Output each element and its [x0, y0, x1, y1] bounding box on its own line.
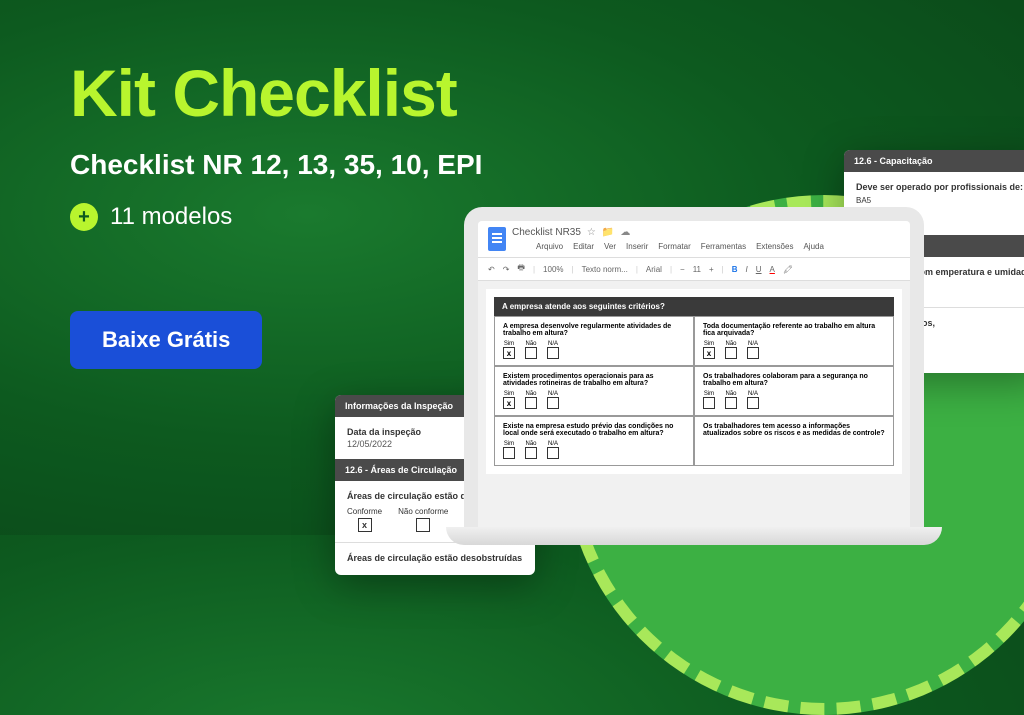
laptop-mockup: Checklist NR35 ☆ 📁 ☁ Arquivo Editar Ver …: [464, 207, 924, 545]
gdoc-body: A empresa atende aos seguintes critérios…: [478, 281, 910, 527]
laptop-base: [446, 527, 942, 545]
fontsize-value: 11: [693, 265, 701, 274]
laptop-screen: Checklist NR35 ☆ 📁 ☁ Arquivo Editar Ver …: [464, 207, 924, 527]
checkbox: [547, 397, 559, 409]
undo-icon: ↶: [488, 265, 495, 274]
checkbox: [703, 397, 715, 409]
gdoc-banner: A empresa atende aos seguintes critérios…: [494, 297, 894, 316]
opt-label: Conforme: [347, 507, 382, 516]
checkbox: x: [503, 347, 515, 359]
question-cell: Existem procedimentos operacionais para …: [494, 366, 694, 416]
question-text: Deve ser operado por profissionais de:: [856, 182, 1024, 192]
gdoc-menu: Arquivo Editar Ver Inserir Formatar Ferr…: [536, 242, 824, 251]
highlight-icon: 🖍: [783, 265, 793, 274]
bold-icon: B: [732, 265, 738, 274]
menu-item: Ajuda: [803, 242, 823, 251]
page-title: Kit Checklist: [70, 55, 482, 131]
question-cell: A empresa desenvolve regularmente ativid…: [494, 316, 694, 366]
download-button[interactable]: Baixe Grátis: [70, 311, 262, 369]
card-header: 12.6 - Capacitação: [844, 150, 1024, 172]
question-cell: Existe na empresa estudo prévio das cond…: [494, 416, 694, 466]
hero-content: Kit Checklist Checklist NR 12, 13, 35, 1…: [70, 55, 482, 369]
checkbox: [747, 397, 759, 409]
checkbox: [525, 447, 537, 459]
italic-icon: I: [746, 265, 748, 274]
checkbox: x: [503, 397, 515, 409]
question-cell: Os trabalhadores tem acesso a informaçõe…: [694, 416, 894, 466]
gdoc-toolbar: ↶ ↷ 🖶 | 100% | Texto norm... | Arial | −…: [478, 258, 910, 281]
models-row: + 11 modelos: [70, 203, 482, 231]
checkbox: x: [358, 518, 372, 532]
checkbox: [725, 347, 737, 359]
folder-icon: 📁: [602, 227, 614, 238]
models-count: 11 modelos: [110, 203, 232, 231]
checkbox: [525, 347, 537, 359]
question-text: Os trabalhadores tem acesso a informaçõe…: [703, 423, 885, 437]
gdocs-icon: [488, 227, 506, 251]
checkbox: [725, 397, 737, 409]
menu-item: Extensões: [756, 242, 793, 251]
star-icon: ☆: [587, 227, 596, 238]
question-text: Existem procedimentos operacionais para …: [503, 373, 685, 387]
checkbox: x: [703, 347, 715, 359]
gdoc-filename: Checklist NR35: [512, 227, 581, 238]
question-text: Existe na empresa estudo prévio das cond…: [503, 423, 685, 437]
plus-icon: +: [70, 203, 98, 231]
menu-item: Ferramentas: [701, 242, 746, 251]
checkbox: [525, 397, 537, 409]
font-value: Arial: [646, 265, 662, 274]
gdoc-page: A empresa atende aos seguintes critérios…: [486, 289, 902, 474]
question-text: Os trabalhadores colaboram para a segura…: [703, 373, 885, 387]
page-subtitle: Checklist NR 12, 13, 35, 10, EPI: [70, 149, 482, 181]
checkbox: [503, 447, 515, 459]
question-cell: Toda documentação referente ao trabalho …: [694, 316, 894, 366]
zoom-value: 100%: [543, 265, 563, 274]
question-text: Áreas de circulação estão desobstruídas: [347, 553, 523, 563]
underline-icon: U: [756, 265, 762, 274]
cloud-icon: ☁: [620, 227, 630, 238]
menu-item: Arquivo: [536, 242, 563, 251]
opt-label: Não conforme: [398, 507, 448, 516]
gdoc-header: Checklist NR35 ☆ 📁 ☁ Arquivo Editar Ver …: [478, 221, 910, 258]
answer-value: BA5: [856, 196, 1024, 205]
menu-item: Inserir: [626, 242, 648, 251]
print-icon: 🖶: [517, 262, 525, 276]
checkbox: [547, 347, 559, 359]
menu-item: Editar: [573, 242, 594, 251]
question-cell: Os trabalhadores colaboram para a segura…: [694, 366, 894, 416]
redo-icon: ↷: [503, 265, 510, 274]
checkbox: [416, 518, 430, 532]
textcolor-icon: A: [770, 265, 775, 274]
menu-item: Formatar: [658, 242, 690, 251]
question-text: A empresa desenvolve regularmente ativid…: [503, 323, 685, 337]
menu-item: Ver: [604, 242, 616, 251]
checkbox: [747, 347, 759, 359]
question-text: Toda documentação referente ao trabalho …: [703, 323, 885, 337]
checkbox: [547, 447, 559, 459]
style-value: Texto norm...: [582, 265, 628, 274]
